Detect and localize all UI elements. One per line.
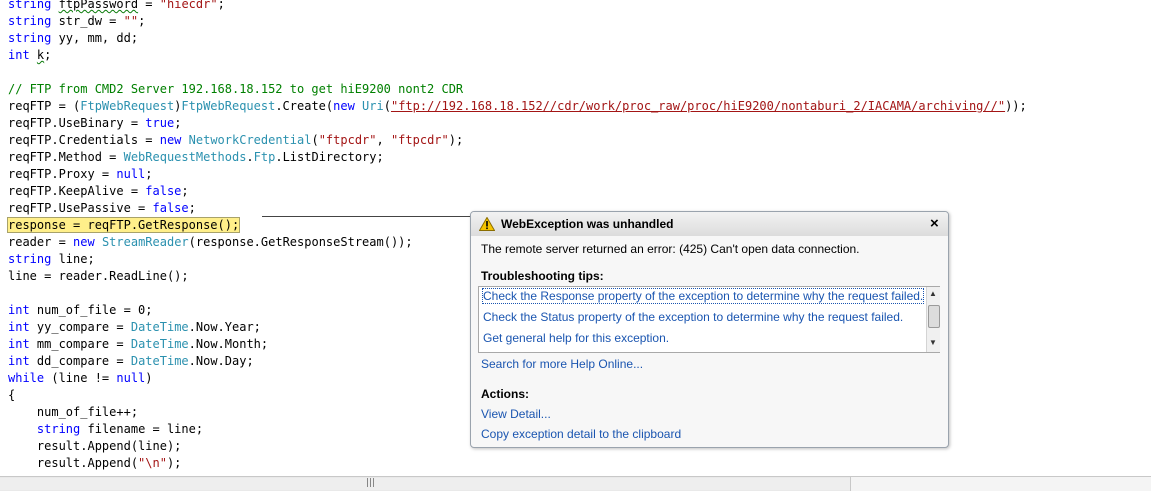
code-line: num_of_file++; (8, 405, 139, 419)
tip-general-help[interactable]: Get general help for this exception. (483, 331, 669, 345)
view-detail-link[interactable]: View Detail... (481, 407, 551, 421)
scrollbar-thumb[interactable] (0, 478, 850, 490)
tips-scrollbar-thumb[interactable] (928, 305, 940, 328)
search-help-online-link[interactable]: Search for more Help Online... (481, 357, 643, 371)
code-line: reqFTP.Proxy = null; (8, 167, 153, 181)
code-line: reqFTP = (FtpWebRequest)FtpWebRequest.Cr… (8, 99, 1027, 113)
scrollbar-grip: ||| (366, 478, 376, 488)
code-line: int yy_compare = DateTime.Now.Year; (8, 320, 261, 334)
code-line: string filename = line; (36, 422, 204, 436)
code-line: result.Append(line); (8, 439, 182, 453)
tips-scrollbar[interactable]: ▲ ▼ (926, 287, 940, 352)
actions-heading: Actions: (481, 387, 529, 401)
troubleshooting-tips-list[interactable]: Check the Response property of the excep… (478, 286, 940, 353)
code-comment: // FTP from CMD2 Server 192.168.18.152 t… (8, 82, 464, 96)
dialog-header: WebException was unhandled × (471, 212, 948, 236)
code-line: reqFTP.Method = WebRequestMethods.Ftp.Li… (8, 150, 384, 164)
exception-line-highlight: response = reqFTP.GetResponse(); (6, 217, 241, 233)
code-line: line = reader.ReadLine(); (8, 269, 189, 283)
code-line: reader = new StreamReader(response.GetRe… (8, 235, 413, 249)
exception-pointer-line (262, 216, 470, 217)
code-line: string yy, mm, dd; (8, 31, 139, 45)
warning-icon (479, 217, 495, 231)
code-line: reqFTP.UseBinary = true; (8, 116, 182, 130)
code-line: int mm_compare = DateTime.Now.Month; (8, 337, 269, 351)
scroll-down-icon[interactable]: ▼ (929, 338, 937, 347)
tip-response-property[interactable]: Check the Response property of the excep… (481, 288, 925, 304)
code-line: { (8, 388, 16, 402)
horizontal-scrollbar[interactable]: ||| (0, 476, 1151, 491)
close-icon[interactable]: × (930, 215, 939, 232)
copy-exception-detail-link[interactable]: Copy exception detail to the clipboard (481, 427, 681, 441)
code-line: int dd_compare = DateTime.Now.Day; (8, 354, 254, 368)
code-line: reqFTP.UsePassive = false; (8, 201, 196, 215)
exception-message: The remote server returned an error: (42… (481, 242, 860, 256)
code-line: while (line != null) (8, 371, 153, 385)
code-line: string ftpPassword = "hiecdr"; (8, 0, 225, 11)
tip-status-property[interactable]: Check the Status property of the excepti… (483, 310, 903, 324)
code-line: int num_of_file = 0; (8, 303, 153, 317)
dialog-title: WebException was unhandled (501, 217, 674, 231)
scroll-up-icon[interactable]: ▲ (929, 289, 937, 298)
code-line: result.Append("\n"); (8, 456, 182, 470)
code-line: reqFTP.KeepAlive = false; (8, 184, 189, 198)
highlighted-code-line: response = reqFTP.GetResponse(); (6, 217, 241, 234)
code-line: int k; (8, 48, 52, 62)
code-line: reqFTP.Credentials = new NetworkCredenti… (8, 133, 464, 147)
code-line: string line; (8, 252, 95, 266)
exception-assistant-dialog: WebException was unhandled × The remote … (470, 211, 949, 448)
scrollbar-corner (850, 477, 1151, 491)
code-line: string str_dw = ""; (8, 14, 146, 28)
troubleshooting-tips-heading: Troubleshooting tips: (481, 269, 604, 283)
